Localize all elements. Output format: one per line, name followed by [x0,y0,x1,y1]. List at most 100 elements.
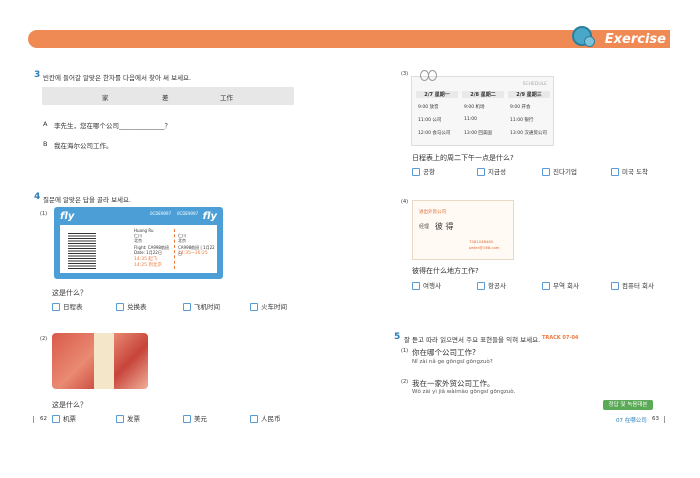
checkbox-icon[interactable] [412,282,420,290]
schedule-label: SCHEDULE [522,82,547,87]
card-company: 进出外贸公司 [419,210,446,215]
option-label: 火车时间 [261,303,287,311]
q3-number: 3 [34,70,41,80]
checkbox-icon[interactable] [183,303,191,311]
q3-choice: 差 [162,94,169,102]
schedule-cell: 11:00 [464,117,477,122]
ticket-brand-right: fly [202,211,217,222]
q4-sub2-number: (2) [40,336,48,342]
r3-number: (3) [401,71,409,77]
checkbox-icon[interactable] [52,303,60,311]
q4-q1-question: 这是什么？ [52,289,87,297]
q3-choice: 工作 [220,94,233,102]
checkbox-icon[interactable] [183,415,191,423]
checkbox-icon[interactable] [250,303,258,311]
q4-q1-option[interactable]: 飞机时间 [183,301,220,311]
q3-line-b-label: B [43,140,48,148]
checkbox-icon[interactable] [412,168,420,176]
left-page-number: 62 [40,416,47,422]
option-label: 공항 [423,168,435,176]
q4-q2-option[interactable]: 美元 [183,413,207,423]
option-label: 人民币 [261,415,281,423]
track-label[interactable]: TRACK 07-04 [542,335,578,341]
q5-item-number: (2) [401,379,409,385]
r4-question: 彼得在什么地方工作? [412,267,479,275]
q4-number: 4 [34,192,41,202]
q4-q2-question: 这是什么？ [52,401,87,409]
checkbox-icon[interactable] [477,168,485,176]
schedule-cell: 11:00 银行 [510,118,534,123]
ticket-to: 北京 [134,238,142,243]
option-label: 컴퓨터 회사 [622,282,654,290]
schedule-cell: 12:00 会马公司 [418,131,451,136]
checkbox-icon[interactable] [477,282,485,290]
q4-q1-option[interactable]: 兑换表 [116,301,147,311]
q5-pinyin: Wǒ zài yì jiā wàimào gōngsī gōngzuò. [412,389,516,395]
card-name: 彼 得 [435,222,454,231]
q5-pinyin: Nǐ zài nǎ ge gōngsī gōngzuò? [412,359,493,365]
binder-ring-icon [428,70,437,81]
banknote-band [94,333,114,389]
q4-q2-option[interactable]: 人民币 [250,413,281,423]
schedule-cell: 13:00 回美国 [464,131,492,136]
ticket-perforation [174,229,175,269]
r4-option[interactable]: 여행사 [412,280,441,290]
schedule-cell: 9:00 开会 [510,105,531,110]
q4-q2-option[interactable]: 机票 [52,413,76,423]
option-label: 日程表 [63,303,83,311]
option-label: 机票 [63,415,76,423]
option-label: 发票 [127,415,140,423]
schedule-cell: 9:00 机场 [464,105,485,110]
r4-option[interactable]: 항공사 [477,280,506,290]
card-email: peter@168.com [469,245,500,250]
r4-option[interactable]: 컴퓨터 회사 [611,280,654,290]
ticket-code-right: 0CDE9097 [177,211,199,216]
r3-option[interactable]: 미국 도착 [611,166,648,176]
q4-instruction: 질문에 알맞은 답을 골라 보세요. [43,196,132,204]
q5-item-number: (1) [401,348,409,354]
r3-question: 日程表上的周二下午一点是什么? [412,154,514,162]
ticket-brand-left: fly [60,211,75,222]
checkbox-icon[interactable] [611,282,619,290]
r4-number: (4) [401,199,409,205]
q3-line-b: 我在海尔公司工作。 [54,142,113,150]
q5-hanzi: 你在哪个公司工作? [412,348,476,357]
q3-line-a: 李先生，您在哪个公司______________？ [54,122,171,130]
q3-choice: 家 [102,94,109,102]
q4-q2-option[interactable]: 发票 [116,413,140,423]
checkbox-icon[interactable] [52,415,60,423]
schedule-cell: 9:00 放音 [418,105,439,110]
checkbox-icon[interactable] [250,415,258,423]
right-page-number: 63 [652,416,659,422]
checkbox-icon[interactable] [542,168,550,176]
page-title: Exercise [604,32,666,47]
option-label: 美元 [194,415,207,423]
checkbox-icon[interactable] [611,168,619,176]
checkbox-icon[interactable] [116,415,124,423]
checkbox-icon[interactable] [542,282,550,290]
r3-option[interactable]: 공항 [412,166,435,176]
ticket-time2: 14:25 到北京 [134,263,162,268]
q4-q1-option[interactable]: 火车时间 [250,301,287,311]
option-label: 兑换表 [127,303,147,311]
ticket-r-to: 北京 [178,238,186,243]
option-label: 무역 회사 [553,282,579,290]
option-label: 지금성 [488,168,506,176]
r4-option[interactable]: 무역 회사 [542,280,579,290]
ticket-code-left: 0CDE9097 [150,211,172,216]
r3-option[interactable]: 지금성 [477,166,506,176]
q4-q1-option[interactable]: 日程表 [52,301,83,311]
ticket-body: Huang Ru 仁川 北京 Flight: CA998航班 Date: 1月2… [60,225,217,273]
q5-number: 5 [394,332,401,342]
checkbox-icon[interactable] [116,303,124,311]
answer-tag[interactable]: 정답 및 녹음대본 p123 [603,400,653,418]
right-page-divider [664,416,665,423]
q3-instruction: 빈칸에 들어갈 알맞은 한자를 다음에서 찾아 써 보세요. [43,74,192,82]
option-label: 미국 도착 [622,168,648,176]
r3-option[interactable]: 진다기업 [542,166,577,176]
ticket-r-time: 14:35~16:25 [178,251,208,256]
option-label: 飞机时间 [194,303,220,311]
option-label: 항공사 [488,282,506,290]
schedule-cell: 13:00 汉通贸公司 [510,131,547,136]
option-label: 진다기업 [553,168,577,176]
